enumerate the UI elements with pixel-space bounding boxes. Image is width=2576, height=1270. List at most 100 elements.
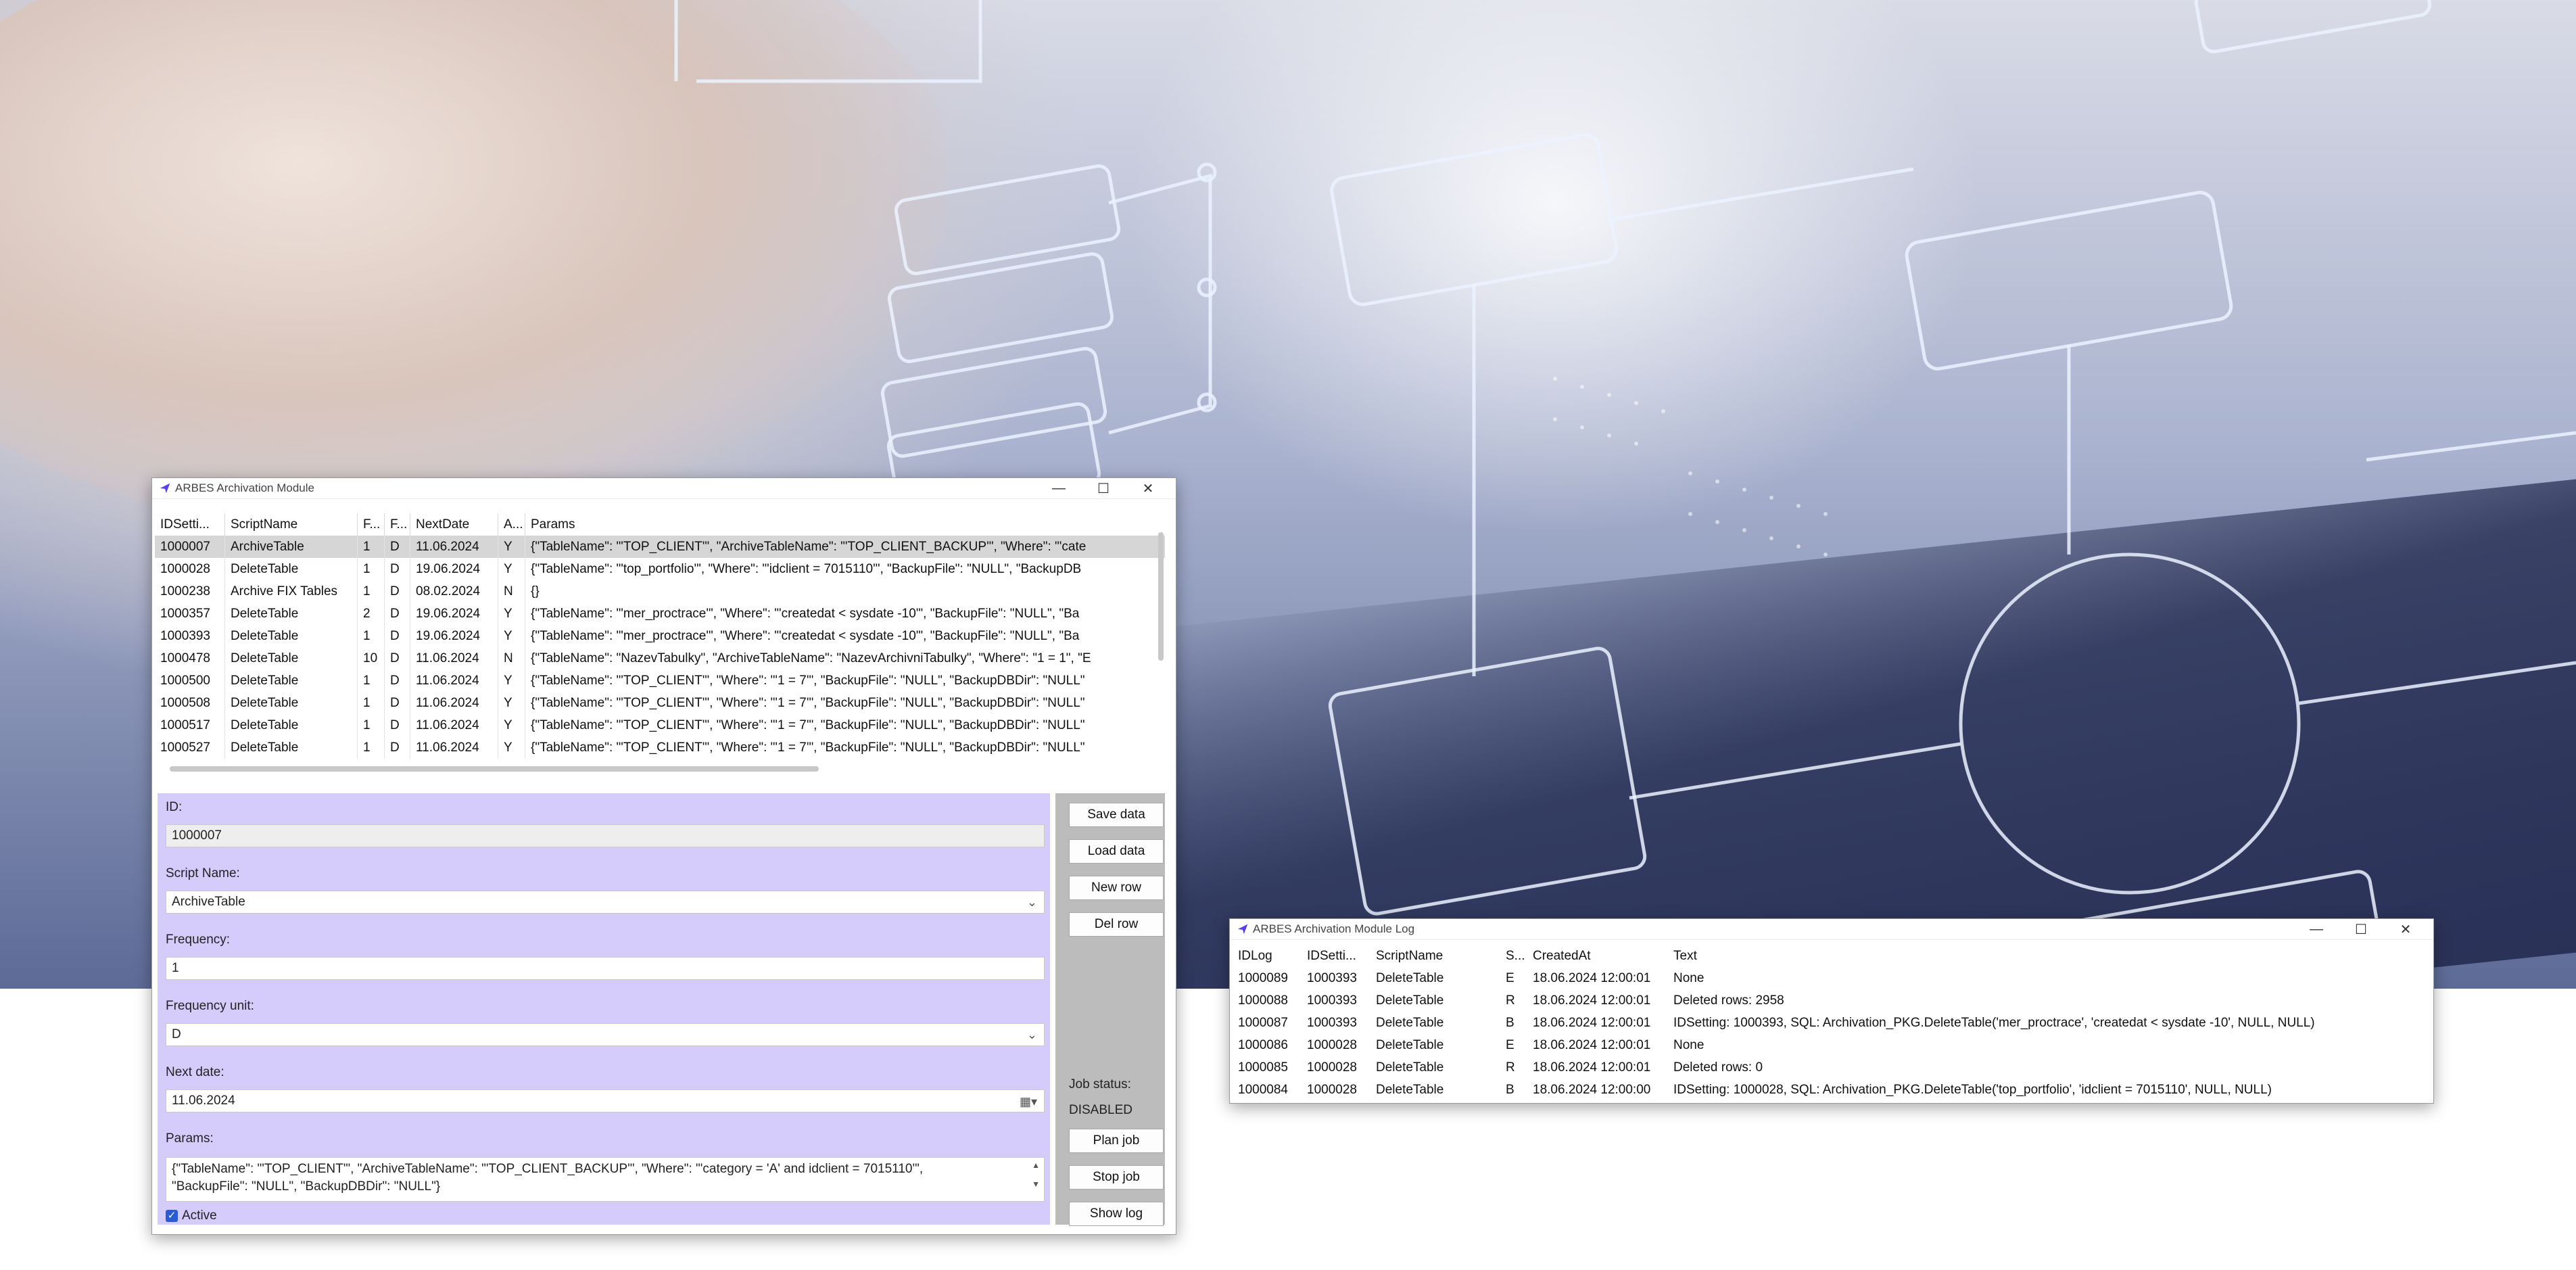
cell-frequency: 1 bbox=[358, 736, 385, 759]
column-header-scriptname[interactable]: ScriptName bbox=[225, 513, 358, 536]
maximize-button[interactable]: ☐ bbox=[2339, 919, 2383, 939]
column-header-text[interactable]: Text bbox=[1668, 945, 2425, 967]
cell-frequency-unit: D bbox=[385, 558, 410, 580]
del-row-button[interactable]: Del row bbox=[1069, 912, 1164, 937]
stop-job-button[interactable]: Stop job bbox=[1069, 1165, 1164, 1190]
table-row[interactable]: 1000028 DeleteTable 1 D 19.06.2024 Y {"TableNa… bbox=[155, 558, 1165, 580]
save-data-button[interactable]: Save data bbox=[1069, 803, 1164, 827]
next-date-picker[interactable]: 11.06.2024 ▦▾ bbox=[166, 1089, 1045, 1112]
cell-frequency: 1 bbox=[358, 669, 385, 692]
maximize-button[interactable]: ☐ bbox=[1081, 478, 1126, 498]
cell-nextdate: 11.06.2024 bbox=[410, 692, 498, 714]
cell-nextdate: 19.06.2024 bbox=[410, 558, 498, 580]
main-window-title: ARBES Archivation Module bbox=[175, 481, 314, 494]
column-header-status[interactable]: S... bbox=[1500, 945, 1527, 967]
cell-params: {"TableName": "'mer_proctrace'", "Where"… bbox=[531, 629, 1080, 643]
frequency-unit-select[interactable]: D ⌄ bbox=[166, 1023, 1045, 1046]
cell-createdat: 18.06.2024 12:00:01 bbox=[1533, 993, 1651, 1008]
cell-idsetting: 1000508 bbox=[155, 692, 225, 714]
calendar-icon[interactable]: ▦▾ bbox=[1020, 1091, 1037, 1112]
cell-scriptname: DeleteTable bbox=[225, 669, 358, 692]
column-header-scriptname[interactable]: ScriptName bbox=[1370, 945, 1500, 967]
cell-params: {"TableName": "NazevTabulky", "ArchiveTa… bbox=[531, 651, 1091, 665]
close-button[interactable]: ✕ bbox=[1126, 478, 1170, 498]
column-header-frequency[interactable]: F... bbox=[358, 513, 385, 536]
table-row[interactable]: 1000508 DeleteTable 1 D 11.06.2024 Y {"TableNa… bbox=[155, 692, 1165, 714]
table-row[interactable]: 1000084 1000028 DeleteTable B 18.06.2024 12:… bbox=[1233, 1079, 2429, 1100]
table-row[interactable]: 1000238 Archive FIX Tables 1 D 08.02.2024 N {} bbox=[155, 580, 1165, 603]
maximize-icon: ☐ bbox=[1097, 481, 1110, 496]
cell-active: Y bbox=[498, 603, 525, 625]
cell-idsetting: 1000028 bbox=[1307, 1038, 1357, 1052]
textarea-scroll-arrows-icon[interactable]: ▲ ▼ bbox=[1032, 1160, 1040, 1189]
show-log-button[interactable]: Show log bbox=[1069, 1202, 1164, 1226]
table-row[interactable]: 1000517 DeleteTable 1 D 11.06.2024 Y {"TableNa… bbox=[155, 714, 1165, 736]
table-row[interactable]: 1000089 1000393 DeleteTable E 18.06.2024 12:… bbox=[1233, 967, 2429, 989]
table-row[interactable]: 1000478 DeleteTable 10 D 11.06.2024 N {"TableN… bbox=[155, 647, 1165, 669]
cell-idsetting: 1000238 bbox=[155, 580, 225, 603]
plan-job-button[interactable]: Plan job bbox=[1069, 1129, 1164, 1153]
cell-createdat: 18.06.2024 12:00:00 bbox=[1533, 1083, 1651, 1097]
params-textarea[interactable]: {"TableName": "'TOP_CLIENT'", "ArchiveTa… bbox=[166, 1157, 1045, 1202]
active-checkbox[interactable]: ✓ Active bbox=[166, 1208, 217, 1223]
minimize-button[interactable]: — bbox=[2294, 919, 2339, 939]
params-line-1: {"TableName": "'TOP_CLIENT'", "ArchiveTa… bbox=[172, 1162, 924, 1176]
cell-params: {"TableName": "'TOP_CLIENT'", "Where": "… bbox=[531, 674, 1085, 688]
log-table[interactable]: IDLog IDSetti... ScriptName S... Created… bbox=[1233, 945, 2429, 1100]
new-row-button[interactable]: New row bbox=[1069, 876, 1164, 900]
frequency-label: Frequency: bbox=[166, 933, 231, 947]
cell-frequency-unit: D bbox=[385, 669, 410, 692]
minimize-button[interactable]: — bbox=[1036, 478, 1081, 498]
cell-params: {"TableName": "'top_portfolio'", "Where"… bbox=[531, 562, 1082, 576]
cell-nextdate: 19.06.2024 bbox=[410, 603, 498, 625]
cell-scriptname: DeleteTable bbox=[1376, 1038, 1444, 1052]
cell-frequency-unit: D bbox=[385, 714, 410, 736]
column-header-params[interactable]: Params bbox=[525, 513, 1165, 536]
cell-nextdate: 11.06.2024 bbox=[410, 714, 498, 736]
log-title-bar[interactable]: ARBES Archivation Module Log — ☐ ✕ bbox=[1230, 919, 2433, 940]
id-field[interactable]: 1000007 bbox=[166, 824, 1045, 847]
table-row[interactable]: 1000085 1000028 DeleteTable R 18.06.2024 12:… bbox=[1233, 1056, 2429, 1079]
table-row[interactable]: 1000088 1000393 DeleteTable R 18.06.2024 12:… bbox=[1233, 989, 2429, 1012]
column-header-idsetting[interactable]: IDSetti... bbox=[1302, 945, 1370, 967]
column-header-idsetting[interactable]: IDSetti... bbox=[155, 513, 225, 536]
cell-frequency-unit: D bbox=[385, 536, 410, 558]
cell-active: Y bbox=[498, 625, 525, 647]
main-title-bar[interactable]: ARBES Archivation Module — ☐ ✕ bbox=[152, 478, 1176, 499]
column-header-createdat[interactable]: CreatedAt bbox=[1527, 945, 1668, 967]
settings-table-hscrollbar[interactable] bbox=[170, 766, 819, 772]
column-header-nextdate[interactable]: NextDate bbox=[410, 513, 498, 536]
table-row[interactable]: 1000393 DeleteTable 1 D 19.06.2024 Y {"TableNa… bbox=[155, 625, 1165, 647]
cell-createdat: 18.06.2024 12:00:01 bbox=[1533, 1016, 1651, 1030]
script-name-select[interactable]: ArchiveTable ⌄ bbox=[166, 891, 1045, 914]
table-row[interactable]: 1000500 DeleteTable 1 D 11.06.2024 Y {"TableNa… bbox=[155, 669, 1165, 692]
cell-scriptname: DeleteTable bbox=[225, 558, 358, 580]
close-button[interactable]: ✕ bbox=[2383, 919, 2428, 939]
log-table-header: IDLog IDSetti... ScriptName S... Created… bbox=[1233, 945, 2429, 967]
cell-active: Y bbox=[498, 536, 525, 558]
settings-table-vscrollbar[interactable] bbox=[1158, 532, 1164, 661]
table-row[interactable]: 1000357 DeleteTable 2 D 19.06.2024 Y {"TableNa… bbox=[155, 603, 1165, 625]
cell-active: N bbox=[498, 580, 525, 603]
log-table-body: 1000089 1000393 DeleteTable E 18.06.2024 12:… bbox=[1233, 967, 2429, 1100]
column-header-active[interactable]: A... bbox=[498, 513, 525, 536]
cell-text: None bbox=[1673, 971, 1704, 985]
cell-frequency: 1 bbox=[358, 625, 385, 647]
cell-status: R bbox=[1506, 993, 1515, 1008]
cell-scriptname: DeleteTable bbox=[1376, 993, 1444, 1008]
column-header-frequency-unit[interactable]: F... bbox=[385, 513, 410, 536]
minimize-icon: — bbox=[2310, 921, 2323, 937]
frequency-field[interactable]: 1 bbox=[166, 957, 1045, 980]
load-data-button[interactable]: Load data bbox=[1069, 839, 1164, 864]
next-date-value: 11.06.2024 bbox=[172, 1093, 235, 1108]
table-row[interactable]: 1000007 ArchiveTable 1 D 11.06.2024 Y {"TableN… bbox=[155, 536, 1165, 558]
table-row[interactable]: 1000086 1000028 DeleteTable E 18.06.2024 12:… bbox=[1233, 1034, 2429, 1056]
cell-params: {"TableName": "'TOP_CLIENT'", "Where": "… bbox=[531, 696, 1085, 710]
cell-text: Deleted rows: 0 bbox=[1673, 1060, 1763, 1075]
column-header-idlog[interactable]: IDLog bbox=[1233, 945, 1302, 967]
active-label: Active bbox=[182, 1208, 217, 1223]
table-row[interactable]: 1000527 DeleteTable 1 D 11.06.2024 Y {"TableNa… bbox=[155, 736, 1165, 759]
table-row[interactable]: 1000087 1000393 DeleteTable B 18.06.2024 12:… bbox=[1233, 1012, 2429, 1034]
close-icon: ✕ bbox=[1142, 481, 1154, 496]
settings-table[interactable]: IDSetti... ScriptName F... F... NextDate… bbox=[155, 513, 1165, 763]
